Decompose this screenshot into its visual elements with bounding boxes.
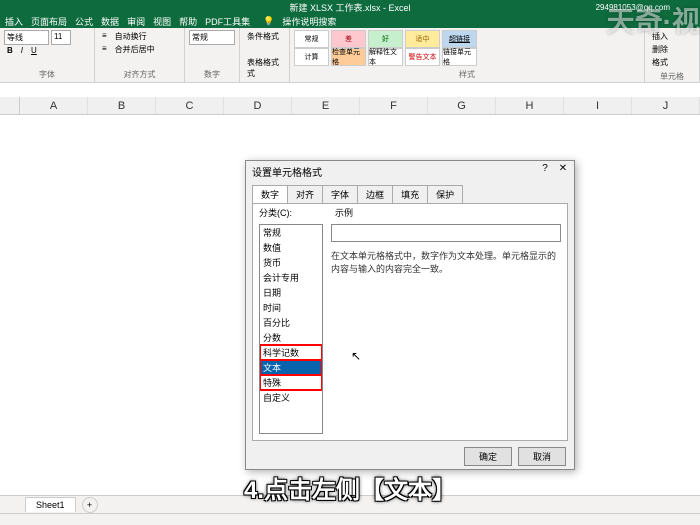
- dialog-tab-font[interactable]: 字体: [322, 185, 358, 203]
- category-item[interactable]: 日期: [260, 285, 322, 300]
- format-description: 在文本单元格格式中，数字作为文本处理。单元格显示的内容与输入的内容完全一致。: [331, 250, 561, 275]
- category-label: 分类(C):: [259, 206, 292, 219]
- sheet-tab-bar: Sheet1 +: [0, 495, 700, 513]
- category-item[interactable]: 货币: [260, 255, 322, 270]
- dialog-tab-fill[interactable]: 填充: [392, 185, 428, 203]
- sample-box: [331, 224, 561, 242]
- description-area: 在文本单元格格式中，数字作为文本处理。单元格显示的内容与输入的内容完全一致。: [331, 224, 561, 434]
- modal-overlay: 设置单元格格式 ? ✕ 数字 对齐 字体 边框 填充 保护 分类(C): 示例 …: [0, 0, 700, 525]
- dialog-help-button[interactable]: ?: [538, 163, 552, 174]
- category-item[interactable]: 常规: [260, 225, 322, 240]
- format-cells-dialog: 设置单元格格式 ? ✕ 数字 对齐 字体 边框 填充 保护 分类(C): 示例 …: [245, 160, 575, 470]
- category-item[interactable]: 会计专用: [260, 270, 322, 285]
- dialog-title-text: 设置单元格格式: [252, 164, 322, 179]
- cancel-button[interactable]: 取消: [518, 447, 566, 466]
- category-item[interactable]: 时间: [260, 300, 322, 315]
- category-item[interactable]: 特殊: [260, 375, 322, 390]
- dialog-footer: 确定 取消: [246, 441, 574, 472]
- category-item[interactable]: 文本: [260, 360, 322, 375]
- dialog-tab-protect[interactable]: 保护: [427, 185, 463, 203]
- status-bar: [0, 513, 700, 525]
- category-item[interactable]: 百分比: [260, 315, 322, 330]
- category-item[interactable]: 科学记数: [260, 345, 322, 360]
- dialog-titlebar: 设置单元格格式 ? ✕: [246, 161, 574, 181]
- category-item[interactable]: 自定义: [260, 390, 322, 405]
- dialog-close-button[interactable]: ✕: [556, 163, 570, 174]
- add-sheet-button[interactable]: +: [82, 497, 98, 513]
- dialog-body: 分类(C): 示例 常规数值货币会计专用日期时间百分比分数科学记数文本特殊自定义…: [252, 203, 568, 441]
- ok-button[interactable]: 确定: [464, 447, 512, 466]
- dialog-tab-number[interactable]: 数字: [252, 185, 288, 203]
- dialog-tabs: 数字 对齐 字体 边框 填充 保护: [252, 185, 568, 203]
- dialog-tab-align[interactable]: 对齐: [287, 185, 323, 203]
- category-listbox[interactable]: 常规数值货币会计专用日期时间百分比分数科学记数文本特殊自定义: [259, 224, 323, 434]
- sheet-tab-1[interactable]: Sheet1: [25, 497, 76, 512]
- sample-label: 示例: [335, 206, 353, 219]
- category-item[interactable]: 数值: [260, 240, 322, 255]
- category-item[interactable]: 分数: [260, 330, 322, 345]
- mouse-cursor-icon: ↖: [351, 349, 361, 363]
- dialog-tab-border[interactable]: 边框: [357, 185, 393, 203]
